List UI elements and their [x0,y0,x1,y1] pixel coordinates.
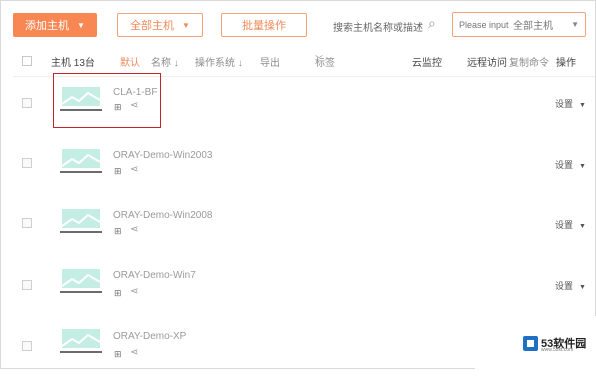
site-logo-icon [523,336,538,351]
share-icon[interactable]: ⋖ [130,286,138,297]
selection-highlight [53,73,161,128]
settings-menu[interactable]: 设置 ▼ [555,279,586,292]
share-icon[interactable]: ⋖ [130,164,138,175]
sort-os[interactable]: 操作系统 ↓ [195,54,243,69]
settings-menu[interactable]: 设置 ▼ [555,158,586,171]
search-input[interactable] [457,18,513,31]
chevron-down-icon: ▼ [579,102,586,109]
table-row[interactable]: ORAY-Demo-Win7 ⊞ ⋖ 设置 ▼ [0,258,596,318]
row-checkbox[interactable] [22,280,32,290]
monitor-stand [60,351,102,353]
chevron-down-icon: ▼ [579,223,586,230]
monitor-stand [60,291,102,293]
add-host-label: 添加主机 [25,20,70,32]
monitor-screen-icon [62,149,100,168]
monitor-screen-icon [62,269,100,288]
table-header: 主机 13台 默认 名称 ↓ 操作系统 ↓ 导出 标签 ﹀ 云监控 远程访问 复制… [0,54,596,70]
host-name[interactable]: ORAY-Demo-Win2008 [113,210,212,221]
actions-column: 操作 [556,58,576,69]
watermark: 53软件园 www.53xt.com [475,316,596,369]
host-count: 主机 13台 [51,58,95,69]
share-icon[interactable]: ⋖ [130,347,138,358]
settings-label: 设置 [555,99,574,109]
sort-default[interactable]: 默认 [120,54,140,69]
settings-label: 设置 [555,160,574,170]
windows-icon: ⊞ [114,288,122,298]
remote-access-link[interactable]: 复制命令 [509,54,549,69]
settings-menu[interactable]: 设置 ▼ [555,218,586,231]
chevron-down-icon: ▼ [579,284,586,291]
chevron-down-icon: ▼ [571,20,579,29]
settings-label: 设置 [555,281,574,291]
windows-icon: ⊞ [114,166,122,176]
table-row[interactable]: ORAY-Demo-Win2003 ⊞ ⋖ 设置 ▼ [0,138,596,198]
add-host-button[interactable]: 添加主机 ▼ [13,13,97,37]
chevron-down-icon: ▼ [579,163,586,170]
host-name[interactable]: ORAY-Demo-XP [113,331,186,342]
host-thumbnail[interactable] [60,149,102,173]
chevron-down-icon: ▼ [77,20,85,30]
windows-icon: ⊞ [114,226,122,236]
search-icon[interactable]: ⌕ [428,15,436,32]
search-hint: 搜索主机名称或描述 [333,23,423,34]
host-thumbnail[interactable] [60,329,102,353]
row-checkbox[interactable] [22,341,32,351]
export-link[interactable]: 导出 [260,54,280,69]
host-filter-label: 全部主机 [130,20,175,32]
watermark-url: www.53xt.com [541,347,574,353]
host-thumbnail[interactable] [60,209,102,233]
search-scope-select[interactable]: 全部主机 [513,17,553,32]
windows-icon: ⊞ [114,349,122,359]
row-checkbox[interactable] [22,158,32,168]
table-row[interactable]: ORAY-Demo-Win2008 ⊞ ⋖ 设置 ▼ [0,198,596,258]
host-name[interactable]: ORAY-Demo-Win7 [113,270,196,281]
batch-action-button[interactable]: 批量操作 [221,13,307,37]
cloud-monitor-column: 云监控 [412,58,442,69]
monitor-stand [60,171,102,173]
host-filter-dropdown[interactable]: 全部主机 ▼ [117,13,203,37]
remote-access-column: 远程访问 [467,58,507,69]
settings-label: 设置 [555,220,574,230]
share-icon[interactable]: ⋖ [130,224,138,235]
sort-name[interactable]: 名称 ↓ [151,54,179,69]
row-checkbox[interactable] [22,98,32,108]
settings-menu[interactable]: 设置 ▼ [555,97,586,110]
search-field[interactable]: 全部主机 ▼ [452,12,586,37]
chevron-down-icon: ﹀ [315,55,323,64]
batch-action-label: 批量操作 [242,20,286,32]
host-name[interactable]: ORAY-Demo-Win2003 [113,150,212,161]
row-checkbox[interactable] [22,218,32,228]
monitor-stand [60,231,102,233]
chevron-down-icon: ▼ [182,20,190,30]
host-thumbnail[interactable] [60,269,102,293]
monitor-screen-icon [62,209,100,228]
monitor-screen-icon [62,329,100,348]
